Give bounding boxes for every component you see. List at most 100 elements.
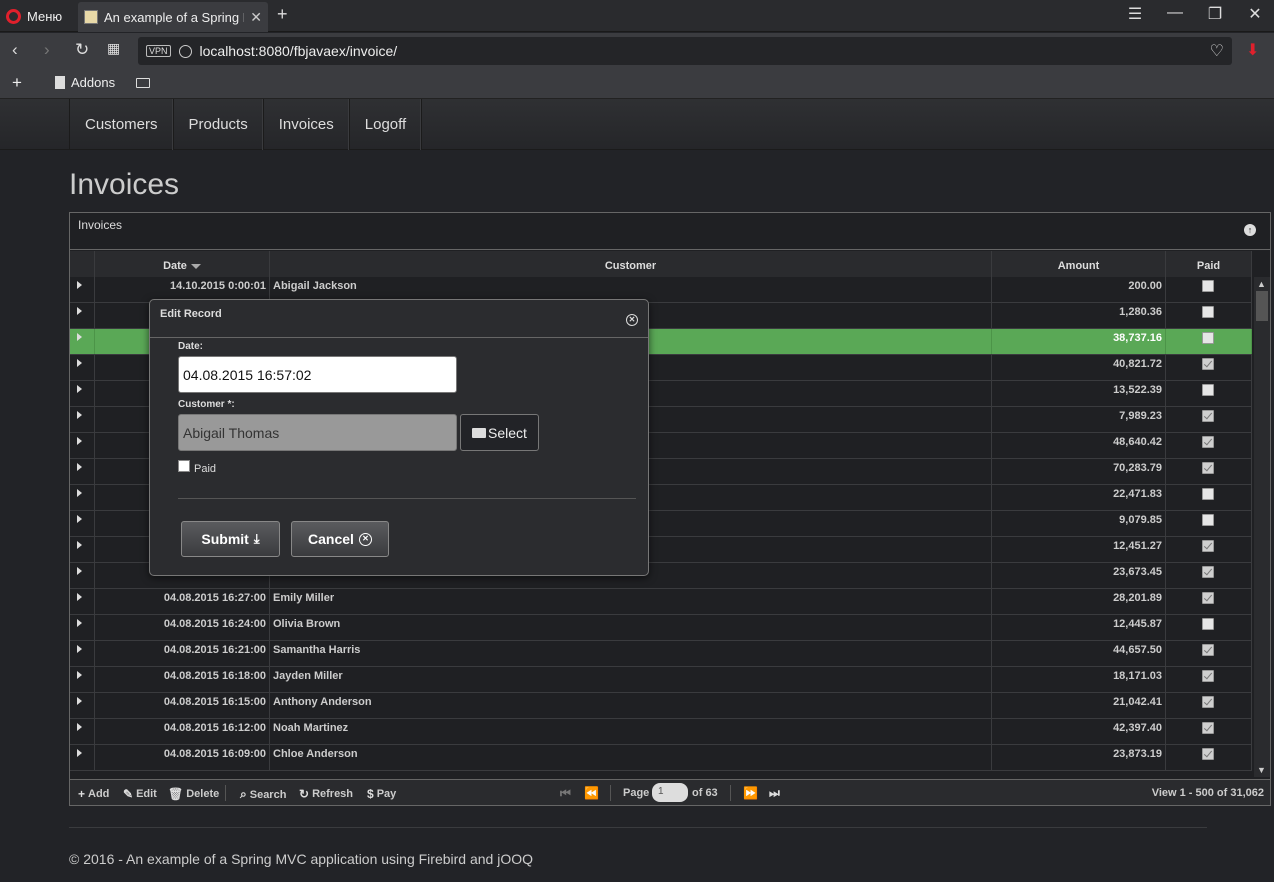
add-button[interactable]: + Add: [78, 787, 109, 801]
expand-icon[interactable]: [77, 749, 82, 757]
page-input[interactable]: 1: [652, 783, 688, 802]
expand-icon[interactable]: [77, 281, 82, 289]
paid-checkbox[interactable]: [1202, 566, 1214, 578]
paid-checkbox[interactable]: [1202, 488, 1214, 500]
paid-checkbox[interactable]: [1202, 280, 1214, 292]
tab-close-icon[interactable]: ✕: [250, 9, 262, 26]
row-expand[interactable]: [70, 329, 95, 354]
row-expand[interactable]: [70, 693, 95, 718]
minimize-icon[interactable]: —: [1162, 4, 1188, 24]
search-button[interactable]: ⌕ Search: [240, 787, 286, 802]
row-expand[interactable]: [70, 563, 95, 588]
edit-button[interactable]: ✎ Edit: [123, 787, 157, 801]
scroll-up-icon[interactable]: ▲: [1257, 279, 1266, 289]
row-expand[interactable]: [70, 459, 95, 484]
url-text[interactable]: localhost:8080/fbjavaex/invoice/: [200, 43, 1202, 59]
expand-icon[interactable]: [77, 671, 82, 679]
expand-icon[interactable]: [77, 619, 82, 627]
paid-checkbox[interactable]: [1202, 358, 1214, 370]
row-expand[interactable]: [70, 745, 95, 770]
sort-icon[interactable]: [190, 263, 201, 269]
row-expand[interactable]: [70, 589, 95, 614]
paid-checkbox[interactable]: [1202, 644, 1214, 656]
paid-checkbox[interactable]: [1202, 306, 1214, 318]
paid-checkbox[interactable]: [178, 460, 190, 472]
last-page-icon[interactable]: ⏭: [769, 786, 780, 801]
expand-icon[interactable]: [77, 567, 82, 575]
restore-icon[interactable]: ❐: [1202, 4, 1228, 24]
row-expand[interactable]: [70, 511, 95, 536]
row-expand[interactable]: [70, 667, 95, 692]
table-row[interactable]: 04.08.2015 16:15:00 Anthony Anderson 21,04…: [70, 693, 1252, 719]
paid-checkbox[interactable]: [1202, 540, 1214, 552]
add-bookmark-icon[interactable]: +: [12, 73, 22, 93]
table-row[interactable]: 04.08.2015 16:12:00 Noah Martinez 42,397.4…: [70, 719, 1252, 745]
row-expand[interactable]: [70, 381, 95, 406]
row-expand[interactable]: [70, 641, 95, 666]
paid-checkbox[interactable]: [1202, 618, 1214, 630]
nav-customers[interactable]: Customers: [70, 99, 174, 150]
expand-icon[interactable]: [77, 515, 82, 523]
download-icon[interactable]: ⬇: [1246, 40, 1259, 60]
next-page-icon[interactable]: ⏩: [743, 786, 758, 800]
row-expand[interactable]: [70, 485, 95, 510]
table-row[interactable]: 04.08.2015 16:09:00 Chloe Anderson 23,873.…: [70, 745, 1252, 771]
nav-invoices[interactable]: Invoices: [264, 99, 350, 150]
expand-icon[interactable]: [77, 307, 82, 315]
expand-icon[interactable]: [77, 411, 82, 419]
header-amount[interactable]: Amount: [992, 251, 1166, 277]
collapse-grid-icon[interactable]: ↑: [1244, 224, 1256, 236]
expand-icon[interactable]: [77, 645, 82, 653]
table-row[interactable]: 04.08.2015 16:21:00 Samantha Harris 44,657…: [70, 641, 1252, 667]
bookmark-folder[interactable]: [136, 78, 150, 88]
row-expand[interactable]: [70, 303, 95, 328]
header-date[interactable]: Date: [95, 251, 270, 277]
expand-icon[interactable]: [77, 385, 82, 393]
forward-icon[interactable]: ›: [44, 40, 50, 60]
row-expand[interactable]: [70, 433, 95, 458]
new-tab-icon[interactable]: +: [277, 4, 288, 25]
refresh-button[interactable]: ↻ Refresh: [299, 787, 353, 801]
paid-checkbox[interactable]: [1202, 670, 1214, 682]
customer-input[interactable]: Abigail Thomas: [178, 414, 457, 451]
browser-tab[interactable]: An example of a Spring M ✕: [78, 2, 268, 32]
expand-icon[interactable]: [77, 697, 82, 705]
tab-menu-icon[interactable]: ☰: [1122, 4, 1148, 24]
row-expand[interactable]: [70, 537, 95, 562]
paid-checkbox[interactable]: [1202, 722, 1214, 734]
paid-checkbox[interactable]: [1202, 514, 1214, 526]
scroll-thumb[interactable]: [1256, 291, 1268, 321]
speed-dial-icon[interactable]: ▦: [107, 40, 120, 57]
nav-logoff[interactable]: Logoff: [350, 99, 423, 150]
row-expand[interactable]: [70, 719, 95, 744]
row-expand[interactable]: [70, 355, 95, 380]
close-window-icon[interactable]: ✕: [1242, 4, 1268, 24]
nav-products[interactable]: Products: [174, 99, 264, 150]
paid-checkbox[interactable]: [1202, 696, 1214, 708]
dialog-close-icon[interactable]: ✕: [626, 314, 638, 326]
table-row[interactable]: 04.08.2015 16:27:00 Emily Miller 28,201.89: [70, 589, 1252, 615]
header-paid[interactable]: Paid: [1166, 251, 1252, 277]
expand-icon[interactable]: [77, 489, 82, 497]
paid-checkbox[interactable]: [1202, 410, 1214, 422]
pay-button[interactable]: $ Pay: [367, 787, 396, 801]
date-input[interactable]: 04.08.2015 16:57:02: [178, 356, 457, 393]
expand-icon[interactable]: [77, 437, 82, 445]
expand-icon[interactable]: [77, 723, 82, 731]
url-field[interactable]: VPN localhost:8080/fbjavaex/invoice/ ♡: [138, 37, 1232, 65]
select-customer-button[interactable]: Select: [460, 414, 539, 451]
paid-checkbox[interactable]: [1202, 384, 1214, 396]
expand-icon[interactable]: [77, 541, 82, 549]
row-expand[interactable]: [70, 407, 95, 432]
reload-icon[interactable]: ↻: [75, 40, 89, 60]
submit-button[interactable]: Submit ⤓: [181, 521, 280, 557]
bookmark-addons[interactable]: Addons: [55, 75, 115, 90]
row-expand[interactable]: [70, 615, 95, 640]
paid-checkbox[interactable]: [1202, 332, 1214, 344]
table-row[interactable]: 04.08.2015 16:18:00 Jayden Miller 18,171.0…: [70, 667, 1252, 693]
header-customer[interactable]: Customer: [270, 251, 992, 277]
table-row[interactable]: 04.08.2015 16:24:00 Olivia Brown 12,445.87: [70, 615, 1252, 641]
grid-scrollbar[interactable]: ▲ ▼: [1254, 277, 1270, 777]
row-expand[interactable]: [70, 277, 95, 302]
expand-icon[interactable]: [77, 359, 82, 367]
